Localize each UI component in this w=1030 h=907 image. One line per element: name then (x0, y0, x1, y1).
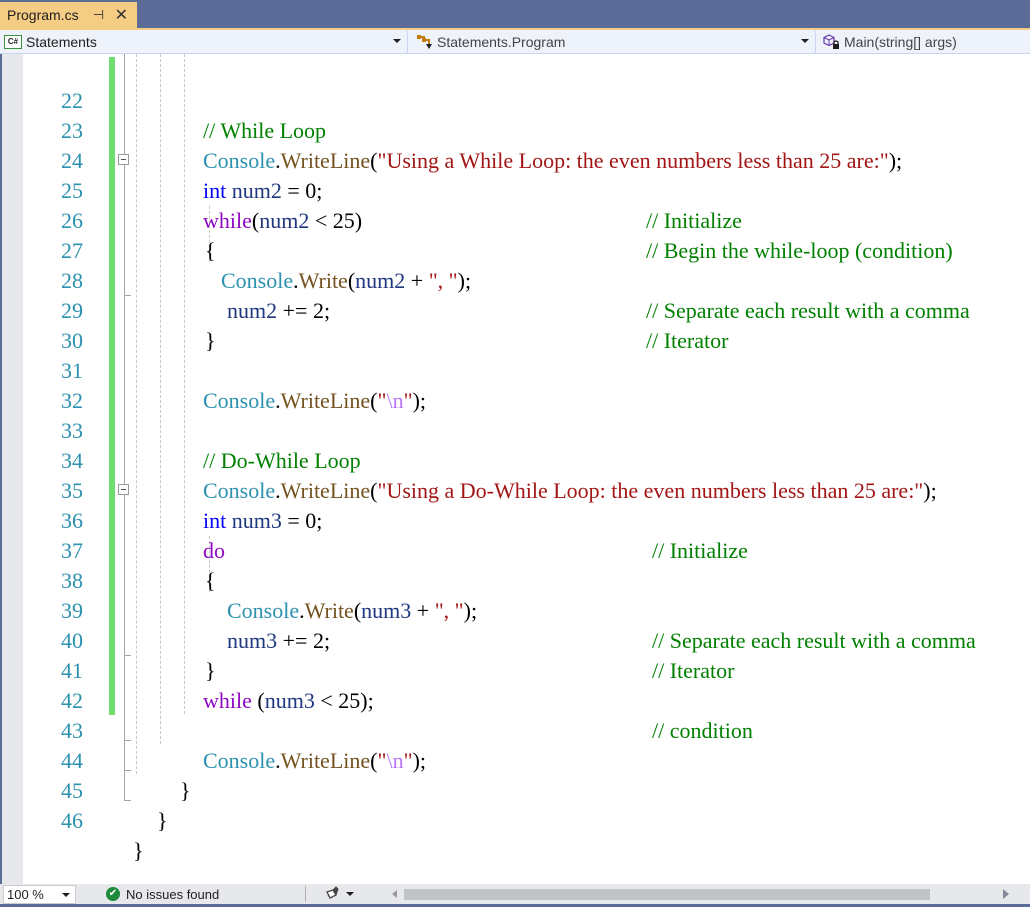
code-line: 38 Console.Write(num3 + ", "); // Separa… (0, 536, 1030, 653)
code-line: 42 (0, 656, 1030, 713)
pin-icon[interactable]: ⊣ (92, 7, 106, 23)
issues-text: No issues found (126, 886, 220, 902)
tab-program-cs[interactable]: Program.cs ⊣ ✕ (0, 2, 137, 28)
code-line: 35 int num3 = 0; // Initialize (0, 446, 1030, 563)
close-icon[interactable]: ✕ (115, 5, 128, 25)
code-line: 39 num3 += 2; // Iterator (0, 566, 1030, 683)
code-line: 31 Console.WriteLine("\n"); (0, 326, 1030, 413)
editor-status-bar: 100 % ✔ No issues found (0, 884, 1030, 904)
code-line: 26 { (0, 176, 1030, 263)
code-line: 29 } (0, 266, 1030, 353)
code-editor[interactable]: 22 // While Loop 23 Console.WriteLine("U… (0, 54, 1030, 884)
tab-label: Program.cs (7, 7, 79, 23)
code-line: 22 // While Loop (0, 56, 1030, 143)
class-icon (416, 34, 434, 50)
code-line: 46 } (0, 776, 1030, 863)
zoom-level: 100 % (7, 887, 44, 902)
brush-icon[interactable] (324, 886, 340, 903)
type-label: Statements.Program (437, 34, 566, 50)
zoom-dropdown[interactable]: 100 % (3, 885, 76, 904)
line-number: 46 (61, 808, 83, 833)
navigation-bar: C# Statements Statements.Program Main(st… (0, 30, 1030, 54)
project-label: Statements (26, 34, 97, 50)
code-line: 43 Console.WriteLine("\n"); (0, 686, 1030, 773)
code-line: 36 do (0, 476, 1030, 563)
project-dropdown[interactable]: C# Statements (4, 31, 408, 53)
chevron-down-icon[interactable] (62, 893, 70, 897)
code-line: 24 int num2 = 0; // Initialize (0, 116, 1030, 233)
code-line: 27 Console.Write(num2 + ", "); // Separa… (0, 206, 1030, 323)
chevron-down-icon[interactable] (346, 892, 354, 896)
code-line: 32 (0, 356, 1030, 413)
chevron-down-icon[interactable] (801, 39, 809, 43)
member-label: Main(string[] args) (844, 34, 957, 50)
issues-indicator[interactable]: ✔ No issues found (106, 884, 219, 904)
type-dropdown[interactable]: Statements.Program (410, 31, 816, 53)
code-line: 25 while(num2 < 25) // Begin the while-l… (0, 146, 1030, 263)
csharp-project-icon: C# (4, 35, 22, 49)
document-tab-bar: Program.cs ⊣ ✕ (0, 0, 1030, 28)
horizontal-scrollbar-thumb[interactable] (404, 889, 930, 900)
code-line: 30 (0, 296, 1030, 353)
code-line: 37 { (0, 506, 1030, 593)
code-line: 44 } (0, 716, 1030, 803)
scroll-left-arrow[interactable] (392, 890, 397, 898)
scroll-right-arrow[interactable] (1003, 889, 1009, 899)
check-circle-icon: ✔ (106, 887, 120, 901)
member-dropdown[interactable]: Main(string[] args) (820, 31, 1030, 53)
code-line: 41 while (num3 < 25); // condition (0, 626, 1030, 743)
brace: } (157, 808, 168, 833)
private-method-icon (822, 34, 842, 50)
code-line: 45 } (0, 746, 1030, 833)
code-line: 33 // Do-While Loop (0, 386, 1030, 473)
separator (305, 886, 306, 902)
code-line: 34 Console.WriteLine("Using a Do-While L… (0, 416, 1030, 503)
brace: } (133, 838, 144, 863)
code-line: 28 num2 += 2; // Iterator (0, 236, 1030, 353)
chevron-down-icon[interactable] (393, 39, 401, 43)
code-line: 40 } (0, 596, 1030, 683)
code-line: 23 Console.WriteLine("Using a While Loop… (0, 86, 1030, 173)
